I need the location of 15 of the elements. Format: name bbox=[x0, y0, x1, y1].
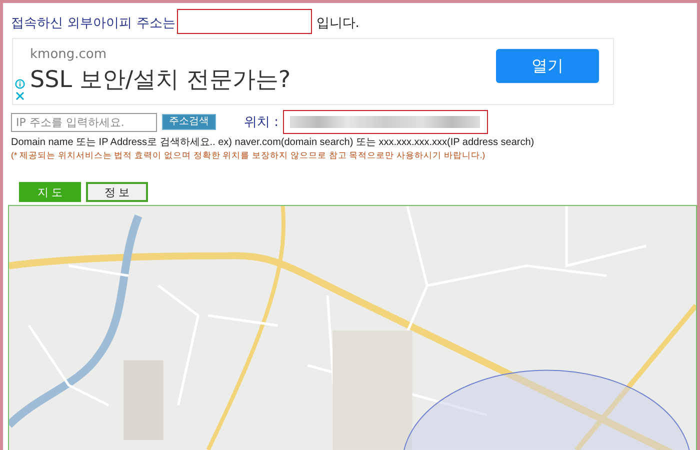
tab[interactable]: 정 보 bbox=[86, 182, 148, 202]
help-text: Domain name 또는 IP Address로 검색하세요.. ex) naver.com(domain search) 또는 xxx.xxx.xxx.xxx(IP address search) bbox=[11, 136, 536, 150]
ip-input-field[interactable]: IP 주소를 입력하세요. bbox=[11, 112, 157, 132]
ad-domain: kmong.com bbox=[30, 47, 108, 62]
notice-text: (* 제공되는 위치서비스는 법적 효력이 없으며 정확한 위치를 보장하지 않으므로 참고 목적으로만 사용하시기 바랍니다.) bbox=[11, 150, 486, 162]
location-label: 위치 : bbox=[244, 114, 279, 132]
tab[interactable]: 지 도 bbox=[19, 182, 81, 202]
ad-headline: SSL 보안/설치 전문가는? bbox=[30, 66, 291, 96]
search-button[interactable]: 주소검색 bbox=[162, 114, 216, 130]
ip-label: 접속하신 외부아이피 주소는 bbox=[11, 14, 176, 32]
info-icon[interactable] bbox=[15, 79, 25, 90]
ad-banner[interactable]: kmong.com SSL 보안/설치 전문가는? 열기 bbox=[12, 38, 614, 106]
close-icon[interactable] bbox=[15, 91, 25, 102]
open-button[interactable]: 열기 bbox=[496, 49, 599, 84]
ip-suffix: 입니다. bbox=[316, 14, 360, 32]
